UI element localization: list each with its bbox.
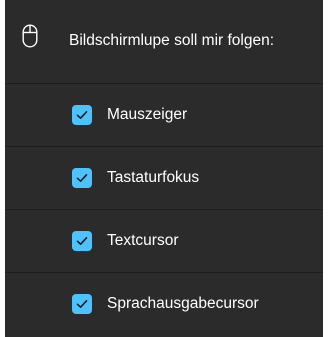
option-row-narrator-cursor[interactable]: Sprachausgabecursor <box>5 273 323 335</box>
checkmark-icon <box>76 173 88 182</box>
follow-header: Bildschirmlupe soll mir folgen: <box>5 0 323 84</box>
magnifier-follow-panel: Bildschirmlupe soll mir folgen: Mauszeig… <box>5 0 323 337</box>
checkmark-icon <box>76 236 88 245</box>
option-row-mouse-pointer[interactable]: Mauszeiger <box>5 84 323 147</box>
option-row-text-cursor[interactable]: Textcursor <box>5 210 323 273</box>
option-row-keyboard-focus[interactable]: Tastaturfokus <box>5 147 323 210</box>
checkmark-icon <box>76 299 88 308</box>
mouse-pointer-checkbox[interactable] <box>72 105 92 125</box>
checkmark-icon <box>76 110 88 119</box>
text-cursor-label[interactable]: Textcursor <box>107 231 179 251</box>
mouse-pointer-label[interactable]: Mauszeiger <box>107 105 187 125</box>
mouse-icon <box>22 24 38 48</box>
keyboard-focus-checkbox[interactable] <box>72 168 92 188</box>
text-cursor-checkbox[interactable] <box>72 231 92 251</box>
follow-header-label: Bildschirmlupe soll mir folgen: <box>69 32 275 49</box>
keyboard-focus-label[interactable]: Tastaturfokus <box>107 168 199 188</box>
narrator-cursor-checkbox[interactable] <box>72 294 92 314</box>
narrator-cursor-label[interactable]: Sprachausgabecursor <box>107 294 259 314</box>
